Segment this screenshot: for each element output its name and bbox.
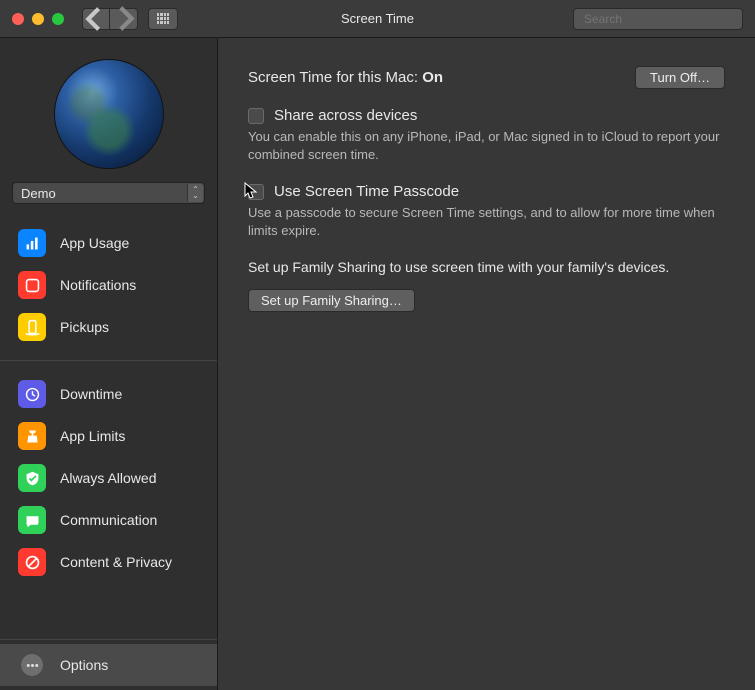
passcode-description: Use a passcode to secure Screen Time set… <box>248 204 725 239</box>
sidebar-item-always-allowed[interactable]: Always Allowed <box>0 457 217 499</box>
sidebar-item-label: Communication <box>60 512 157 528</box>
sidebar-item-communication[interactable]: Communication <box>0 499 217 541</box>
share-across-devices-checkbox[interactable] <box>248 108 264 124</box>
sidebar-item-label: App Usage <box>60 235 129 251</box>
show-all-button[interactable] <box>148 8 178 30</box>
sidebar-item-label: Content & Privacy <box>60 554 172 570</box>
user-avatar[interactable] <box>55 60 163 168</box>
sidebar: Demo App Usage Notifications Pickups Dow… <box>0 38 218 690</box>
sidebar-item-content-privacy[interactable]: Content & Privacy <box>0 541 217 583</box>
share-across-devices-description: You can enable this on any iPhone, iPad,… <box>248 128 725 163</box>
communication-icon <box>18 506 46 534</box>
downtime-icon <box>18 380 46 408</box>
sidebar-item-app-limits[interactable]: App Limits <box>0 415 217 457</box>
sidebar-item-options[interactable]: Options <box>0 644 217 686</box>
options-icon <box>21 654 43 676</box>
grid-icon <box>157 13 169 25</box>
sidebar-item-label: App Limits <box>60 428 125 444</box>
family-sharing-text: Set up Family Sharing to use screen time… <box>248 259 725 275</box>
window-title: Screen Time <box>341 11 414 26</box>
pickups-icon <box>18 313 46 341</box>
close-window-button[interactable] <box>12 13 24 25</box>
search-field[interactable] <box>573 8 743 30</box>
passcode-label: Use Screen Time Passcode <box>274 183 459 200</box>
share-across-devices-label: Share across devices <box>274 107 417 124</box>
sidebar-item-label: Notifications <box>60 277 136 293</box>
back-button[interactable] <box>82 8 110 30</box>
sidebar-item-app-usage[interactable]: App Usage <box>0 222 217 264</box>
app-usage-icon <box>18 229 46 257</box>
sidebar-item-label: Always Allowed <box>60 470 157 486</box>
search-input[interactable] <box>584 12 739 26</box>
toolbar: Screen Time <box>0 0 755 38</box>
sidebar-item-label: Downtime <box>60 386 122 402</box>
sidebar-item-label: Options <box>60 657 108 673</box>
notifications-icon <box>18 271 46 299</box>
passcode-checkbox[interactable] <box>248 184 264 200</box>
content-pane: Screen Time for this Mac: On Turn Off… S… <box>218 38 755 690</box>
always-allowed-icon <box>18 464 46 492</box>
screentime-status-label: Screen Time for this Mac: On <box>248 69 443 86</box>
zoom-window-button[interactable] <box>52 13 64 25</box>
sidebar-item-pickups[interactable]: Pickups <box>0 306 217 348</box>
minimize-window-button[interactable] <box>32 13 44 25</box>
setup-family-sharing-button[interactable]: Set up Family Sharing… <box>248 289 415 312</box>
forward-button[interactable] <box>110 8 138 30</box>
sidebar-divider <box>0 360 217 361</box>
app-limits-icon <box>18 422 46 450</box>
user-select[interactable]: Demo <box>12 182 205 204</box>
user-select-value: Demo <box>21 186 56 201</box>
sidebar-item-label: Pickups <box>60 319 109 335</box>
sidebar-item-downtime[interactable]: Downtime <box>0 373 217 415</box>
turn-off-button[interactable]: Turn Off… <box>635 66 725 89</box>
content-privacy-icon <box>18 548 46 576</box>
window-controls <box>12 13 64 25</box>
stepper-icon <box>187 184 203 202</box>
sidebar-item-notifications[interactable]: Notifications <box>0 264 217 306</box>
